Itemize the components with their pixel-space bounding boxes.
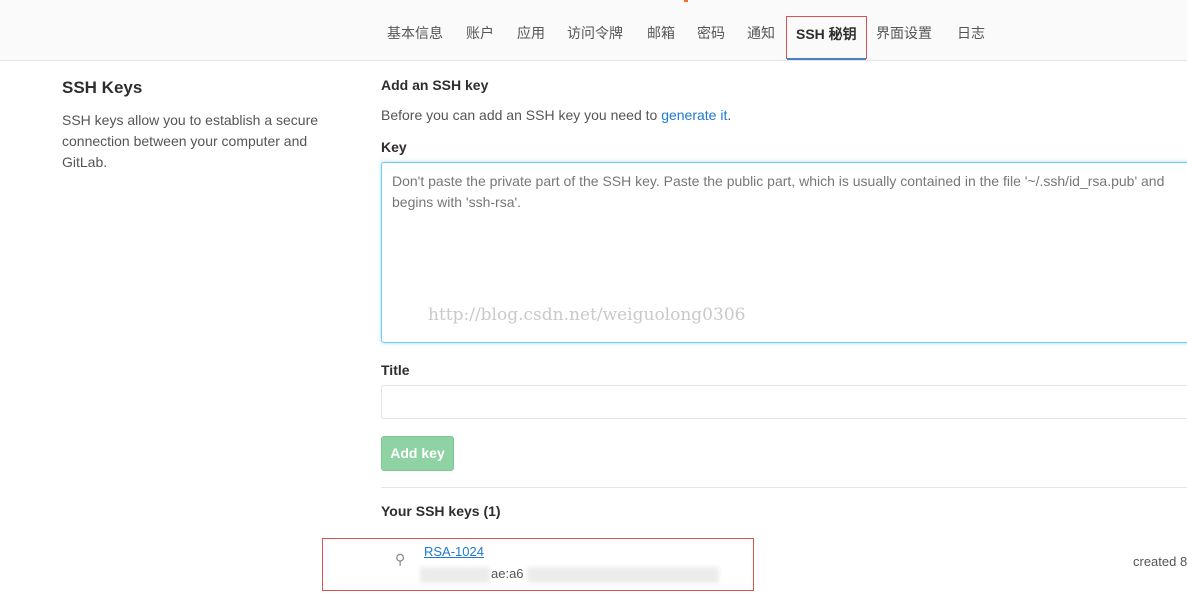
sidebar-title: SSH Keys — [62, 78, 143, 97]
tab-notifications[interactable]: 通知 — [747, 16, 775, 60]
add-key-help: Before you can add an SSH key you need t… — [381, 107, 731, 123]
title-label: Title — [381, 362, 410, 378]
top-accent-mark — [684, 0, 688, 2]
add-key-heading: Add an SSH key — [381, 77, 489, 93]
help-text: Before you can add an SSH key you need t… — [381, 107, 662, 123]
help-suffix: . — [727, 107, 732, 123]
tab-audit-log[interactable]: 日志 — [957, 16, 985, 60]
settings-top-nav: 基本信息 账户 应用 访问令牌 邮箱 密码 通知 SSH 秘钥 界面设置 日志 — [0, 0, 1187, 61]
tab-applications[interactable]: 应用 — [517, 16, 545, 60]
tab-preferences[interactable]: 界面设置 — [876, 16, 932, 60]
key-created: created 8 — [1133, 554, 1187, 569]
title-input[interactable] — [381, 385, 1187, 419]
key-title-link[interactable]: RSA-1024 — [424, 544, 484, 559]
tab-emails[interactable]: 邮箱 — [647, 16, 675, 60]
add-key-button[interactable]: Add key — [381, 436, 454, 471]
key-icon: ⚲ — [395, 551, 406, 567]
redacted-fingerprint-start — [420, 567, 490, 583]
your-keys-heading: Your SSH keys (1) — [381, 503, 501, 519]
key-label: Key — [381, 139, 407, 155]
tab-account[interactable]: 账户 — [466, 16, 494, 60]
key-placeholder: Don't paste the private part of the SSH … — [392, 173, 1165, 210]
key-textarea[interactable]: Don't paste the private part of the SSH … — [381, 162, 1187, 343]
section-divider — [381, 487, 1187, 488]
tab-ssh-keys[interactable]: SSH 秘钥 — [786, 16, 867, 60]
tab-password[interactable]: 密码 — [697, 16, 725, 60]
generate-it-link[interactable]: generate it — [661, 107, 727, 123]
sidebar-description: SSH keys allow you to establish a secure… — [62, 112, 319, 170]
watermark: http://blog.csdn.net/weiguolong0306 — [428, 305, 746, 325]
tab-access-tokens[interactable]: 访问令牌 — [567, 16, 623, 60]
redacted-fingerprint-end — [527, 567, 719, 583]
tab-profile[interactable]: 基本信息 — [387, 16, 443, 60]
annotation-box — [322, 538, 754, 591]
key-fingerprint: ae:a6 — [491, 566, 524, 581]
